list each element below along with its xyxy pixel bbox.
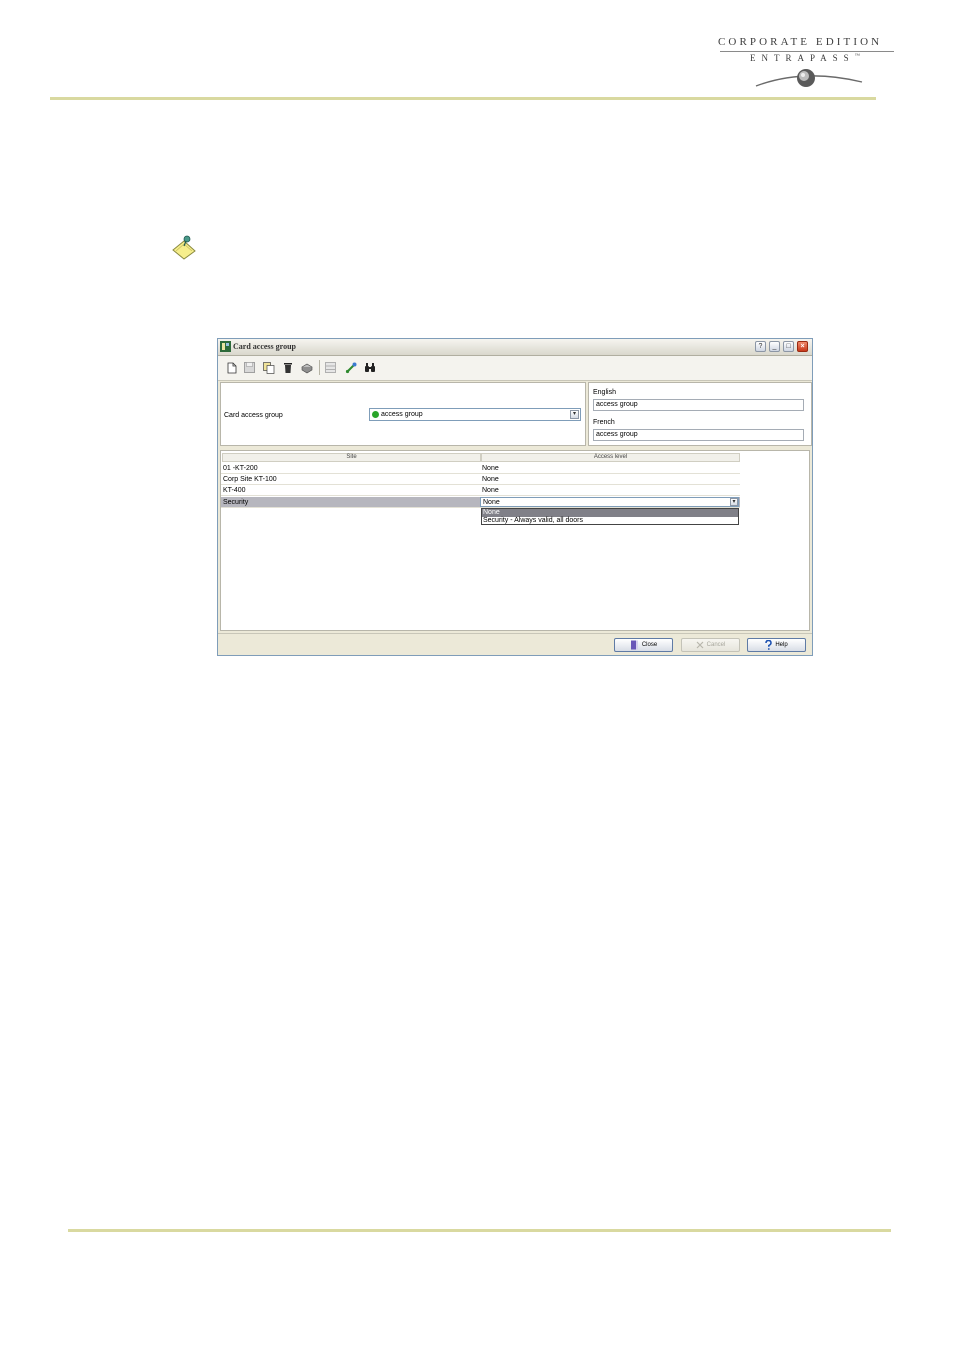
card-access-group-select[interactable]: access group ▾	[369, 408, 581, 421]
dropdown-option-none[interactable]: None	[482, 509, 738, 517]
entrapass-app-icon	[220, 341, 231, 352]
site-cell: Security	[223, 499, 249, 506]
site-access-table: Site Access level 01 -KT-200 None Corp S…	[220, 450, 810, 631]
cancel-icon	[696, 641, 704, 649]
brand-line-2: ENTRAPASS™	[750, 53, 860, 63]
chevron-down-icon[interactable]: ▾	[730, 498, 738, 506]
window-help-button[interactable]: ?	[755, 341, 766, 352]
close-button[interactable]: Close	[614, 638, 673, 652]
copy-icon[interactable]	[262, 361, 275, 374]
access-level-cell: None	[482, 465, 499, 472]
door-icon	[630, 640, 638, 650]
brand-line-1: CORPORATE EDITION	[718, 36, 883, 48]
print-icon[interactable]	[300, 361, 313, 374]
card-access-group-window: Card access group ? _ □ × Card access gr…	[217, 338, 813, 656]
grid-icon[interactable]	[324, 361, 337, 374]
chevron-down-icon[interactable]: ▾	[570, 410, 579, 419]
new-icon[interactable]	[225, 361, 238, 374]
footer-divider	[218, 633, 812, 634]
window-title-bar[interactable]: Card access group ? _ □ ×	[218, 339, 812, 356]
dropdown-option-security[interactable]: Security - Always valid, all doors	[482, 517, 738, 525]
window-minimize-button[interactable]: _	[769, 341, 780, 352]
footer-rule	[68, 1229, 891, 1232]
access-level-cell: None	[482, 487, 499, 494]
brand-divider	[720, 51, 894, 52]
close-button-label: Close	[641, 642, 658, 648]
english-name-field[interactable]: access group	[593, 399, 804, 411]
column-header-access-level[interactable]: Access level	[481, 453, 740, 462]
globe-swoosh-icon	[755, 69, 863, 87]
english-label: English	[593, 389, 616, 396]
toolbar-separator	[319, 360, 320, 375]
help-button-label: Help	[775, 642, 788, 648]
french-name-field[interactable]: access group	[593, 429, 804, 441]
header-rule	[50, 97, 876, 100]
window-close-button[interactable]: ×	[797, 341, 808, 352]
column-header-site[interactable]: Site	[222, 453, 481, 462]
french-label: French	[593, 419, 615, 426]
cancel-button[interactable]: Cancel	[681, 638, 740, 652]
brand-logo-block: CORPORATE EDITION ENTRAPASS™	[716, 36, 896, 94]
site-cell: 01 -KT-200	[223, 465, 258, 472]
window-maximize-button[interactable]: □	[783, 341, 794, 352]
access-level-select[interactable]: None ▾	[480, 497, 739, 507]
site-cell: Corp Site KT-100	[223, 476, 277, 483]
delete-icon[interactable]	[281, 361, 294, 374]
status-dot-icon	[372, 411, 379, 418]
table-row[interactable]: KT-400 None	[221, 485, 740, 496]
table-row[interactable]: 01 -KT-200 None	[221, 463, 740, 474]
access-level-cell: None	[482, 476, 499, 483]
group-selection-panel: Card access group access group ▾	[220, 382, 586, 446]
window-title: Card access group	[233, 342, 296, 351]
table-row[interactable]: Corp Site KT-100 None	[221, 474, 740, 485]
link-icon[interactable]	[344, 361, 357, 374]
question-mark-icon	[765, 640, 773, 650]
note-pin-icon	[172, 235, 196, 260]
language-names-panel: English access group French access group	[588, 382, 812, 446]
toolbar	[218, 356, 812, 381]
help-button[interactable]: Help	[747, 638, 806, 652]
site-cell: KT-400	[223, 487, 246, 494]
access-level-dropdown: None Security - Always valid, all doors	[481, 508, 739, 525]
save-icon[interactable]	[243, 361, 256, 374]
table-row-selected[interactable]: Security None ▾	[221, 497, 740, 508]
find-icon[interactable]	[363, 361, 376, 374]
card-access-group-label: Card access group	[224, 412, 283, 419]
brand-name: ENTRAPASS	[750, 53, 855, 63]
card-access-group-value: access group	[381, 411, 423, 418]
access-level-cell: None	[483, 499, 500, 506]
cancel-button-label: Cancel	[706, 642, 726, 648]
brand-trademark: ™	[854, 54, 860, 59]
